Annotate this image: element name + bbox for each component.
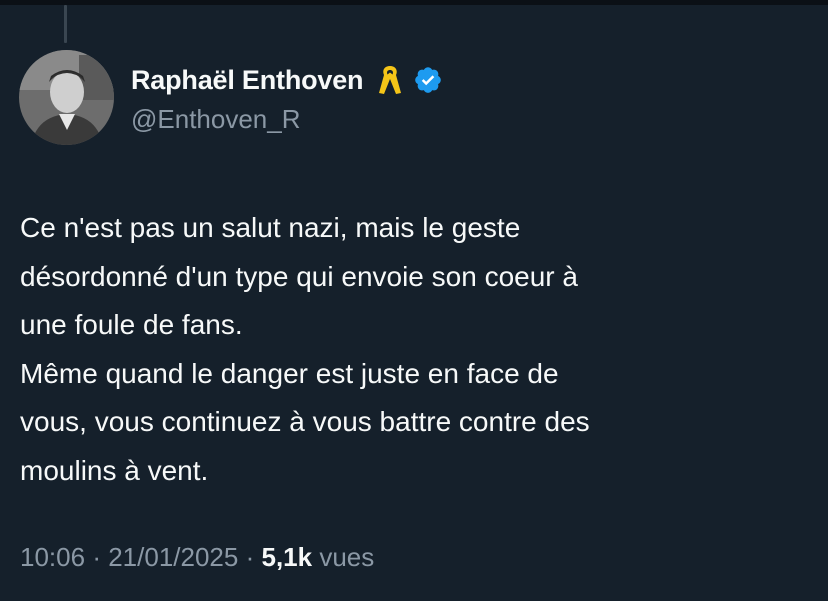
author-display-name[interactable]: Raphaël Enthoven	[131, 65, 364, 96]
verified-badge-icon[interactable]	[413, 65, 443, 95]
meta-separator: ·	[92, 542, 101, 572]
tweet-meta: 10:06 · 21/01/2025 · 5,1k vues	[20, 542, 374, 573]
tweet-text-line: une foule de fans.	[20, 309, 243, 340]
meta-separator: ·	[245, 542, 255, 572]
views-label: vues	[319, 542, 375, 572]
yellow-ribbon-icon	[377, 63, 403, 97]
tweet-text-line: Même quand le danger est juste en face d…	[20, 357, 559, 389]
author-handle[interactable]: @Enthoven_R	[131, 104, 301, 135]
tweet-text-line: Ce n'est pas un salut nazi, mais le gest…	[20, 212, 521, 243]
tweet-text-line: moulins à vent.	[20, 454, 209, 486]
thread-connector-line	[64, 5, 67, 43]
avatar-photo	[19, 50, 114, 145]
author-name-row[interactable]: Raphaël Enthoven	[131, 60, 443, 100]
tweet-text: Ce n'est pas un salut nazi, mais le gest…	[20, 204, 810, 495]
top-strip	[0, 0, 828, 5]
tweet-date[interactable]: 21/01/2025	[108, 542, 238, 572]
avatar[interactable]	[19, 50, 114, 145]
views-count[interactable]: 5,1k	[262, 542, 313, 572]
tweet-text-line: désordonné d'un type qui envoie son coeu…	[20, 260, 578, 292]
tweet-time[interactable]: 10:06	[20, 542, 85, 572]
tweet-text-line: vous, vous continuez à vous battre contr…	[20, 406, 590, 437]
